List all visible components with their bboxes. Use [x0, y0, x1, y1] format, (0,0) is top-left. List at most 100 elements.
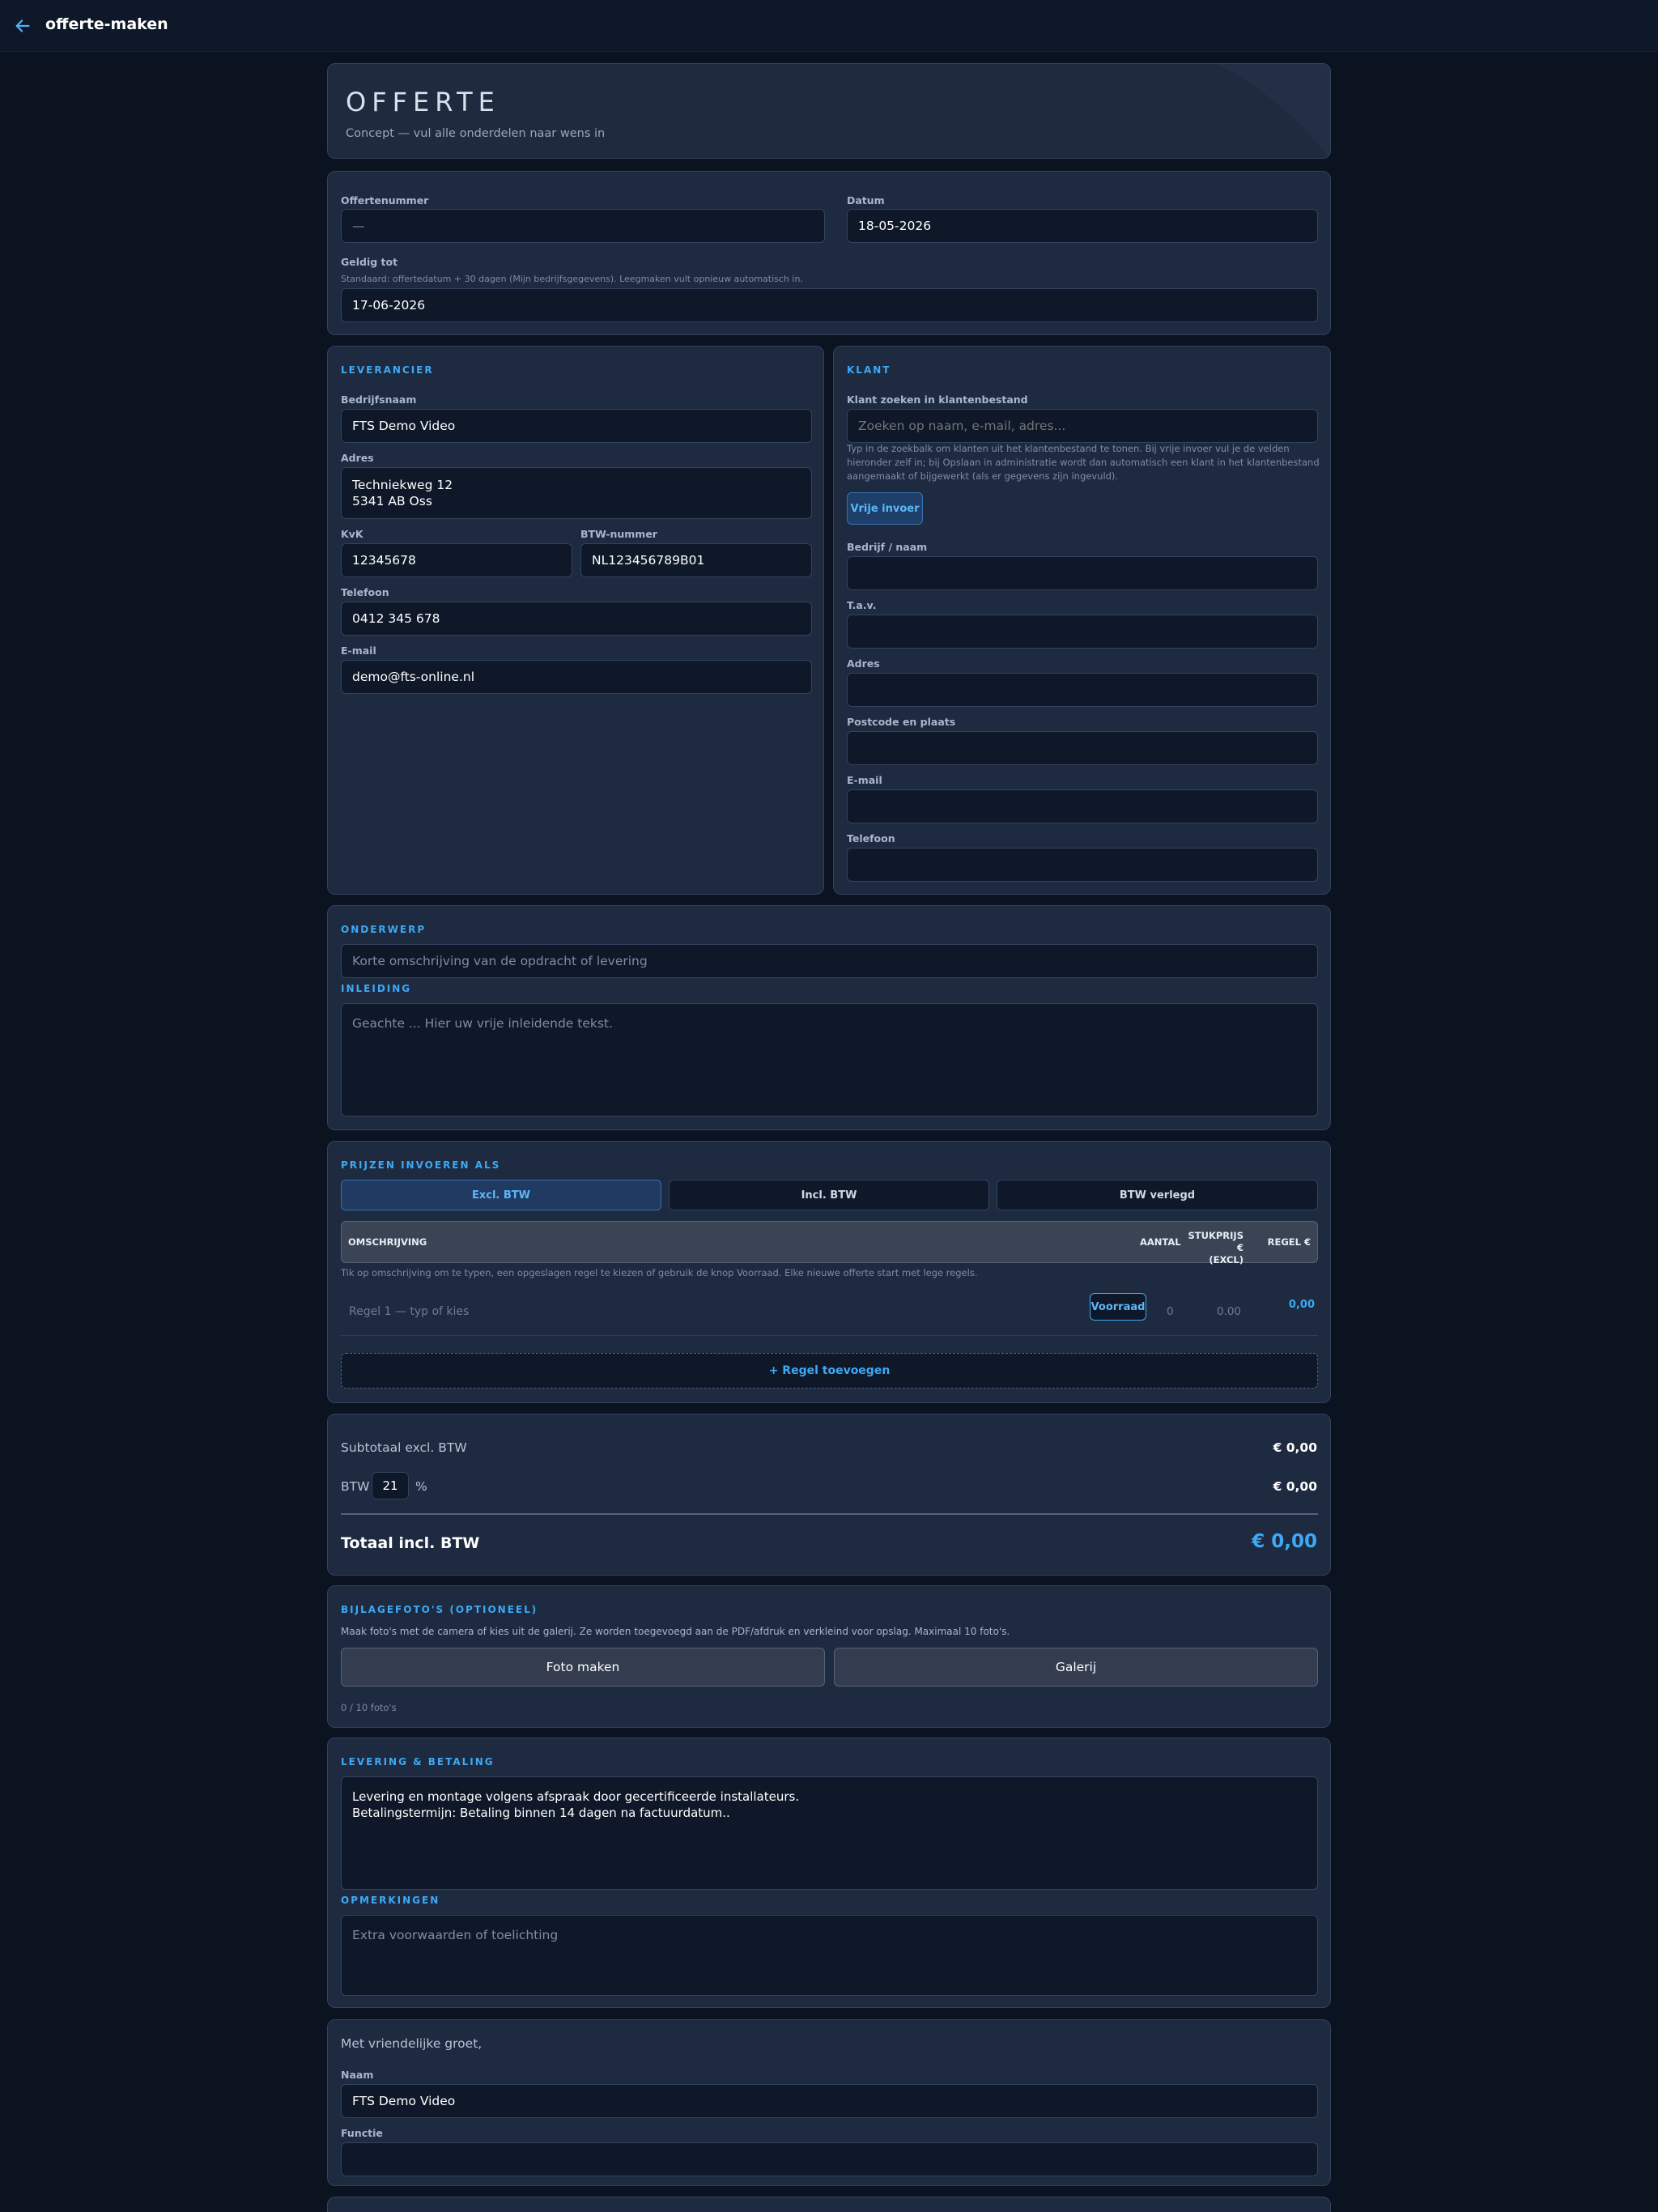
supplier-company-field[interactable]: FTS Demo Video [341, 409, 812, 443]
client-section-title: KLANT [847, 364, 891, 376]
remarks-section-title: OPMERKINGEN [341, 1895, 440, 1906]
client-postal-label: Postcode en plaats [847, 716, 956, 728]
delivery-section-title: LEVERING & BETALING [341, 1756, 495, 1767]
total-label: Totaal incl. BTW [341, 1534, 480, 1552]
supplier-company-label: Bedrijfsnaam [341, 393, 417, 406]
client-address-label: Adres [847, 657, 880, 670]
subject-section-title: ONDERWERP [341, 924, 427, 935]
offer-header: OFFERTE Concept — vul alle onderdelen na… [327, 63, 1331, 159]
supplier-email-field[interactable]: demo@fts-online.nl [341, 660, 812, 694]
valid-until-field[interactable]: 17-06-2026 [341, 288, 1318, 322]
gallery-button[interactable]: Galerij [834, 1648, 1318, 1687]
client-attn-label: T.a.v. [847, 599, 877, 611]
take-photo-button[interactable]: Foto maken [341, 1648, 825, 1687]
delivery-card: LEVERING & BETALING Levering en montage … [327, 1738, 1331, 2008]
next-card [327, 2197, 1331, 2212]
photos-card: BIJLAGEFOTO'S (OPTIONEEL) Maak foto's me… [327, 1585, 1331, 1728]
vat-label: BTW [341, 1479, 370, 1494]
photos-section-title: BIJLAGEFOTO'S (OPTIONEEL) [341, 1604, 538, 1615]
line-item-unit-price[interactable]: 0.00 [1183, 1305, 1241, 1318]
subject-input[interactable]: Korte omschrijving van de opdracht of le… [341, 944, 1318, 978]
delivery-textarea[interactable]: Levering en montage volgens afspraak doo… [341, 1776, 1318, 1890]
client-address-field[interactable] [847, 673, 1318, 707]
prices-section-title: PRIJZEN INVOEREN ALS [341, 1159, 501, 1171]
valid-until-label: Geldig tot [341, 256, 398, 268]
line-item-total: 0,00 [1288, 1299, 1315, 1311]
client-company-field[interactable] [847, 556, 1318, 590]
subtotal-label: Subtotaal excl. BTW [341, 1440, 467, 1455]
column-description: OMSCHRIJVING [348, 1236, 427, 1248]
signature-role-label: Functie [341, 2127, 383, 2139]
offer-number-label: Offertenummer [341, 194, 429, 206]
supplier-address-label: Adres [341, 452, 374, 464]
add-row-button[interactable]: + Regel toevoegen [341, 1353, 1318, 1389]
intro-textarea[interactable]: Geachte ... Hier uw vrije inleidende tek… [341, 1003, 1318, 1117]
client-email-label: E-mail [847, 774, 882, 786]
subtotal-value: € 0,00 [1273, 1440, 1317, 1455]
page-title: offerte-maken [45, 15, 168, 33]
column-unit-price: STUKPRIJS € (EXCL) [1184, 1230, 1244, 1266]
date-label: Datum [847, 194, 885, 206]
top-bar: offerte-maken [0, 0, 1658, 52]
column-unit-price-line1: STUKPRIJS € [1188, 1230, 1244, 1253]
client-card: KLANT Klant zoeken in klantenbestand Typ… [833, 346, 1331, 895]
mode-excl-vat-button[interactable]: Excl. BTW [341, 1180, 661, 1210]
client-attn-field[interactable] [847, 615, 1318, 649]
supplier-phone-field[interactable]: 0412 345 678 [341, 602, 812, 636]
offer-number-field[interactable]: — [341, 209, 825, 243]
arrow-left-icon[interactable] [11, 15, 34, 37]
signature-role-field[interactable] [341, 2142, 1318, 2176]
client-search-input[interactable] [847, 409, 1318, 443]
photo-count: 0 / 10 foto's [341, 1702, 397, 1713]
column-line-total: REGEL € [1267, 1236, 1311, 1248]
supplier-section-title: LEVERANCIER [341, 364, 434, 376]
remarks-textarea[interactable]: Extra voorwaarden of toelichting [341, 1915, 1318, 1996]
intro-section-title: INLEIDING [341, 983, 412, 994]
offer-meta-card: Offertenummer — Datum 18-05-2026 Geldig … [327, 171, 1331, 335]
line-items-table-header: OMSCHRIJVING AANTAL STUKPRIJS € (EXCL) R… [341, 1221, 1318, 1266]
supplier-address-field[interactable]: Techniekweg 12 5341 AB Oss [341, 467, 812, 519]
column-quantity: AANTAL [1140, 1236, 1181, 1248]
client-search-label: Klant zoeken in klantenbestand [847, 393, 1028, 406]
supplier-vat-label: BTW-nummer [580, 528, 657, 540]
vat-unit: % [415, 1479, 427, 1494]
line-item-quantity[interactable]: 0 [1167, 1305, 1183, 1318]
offer-subtitle: Concept — vul alle onderdelen naar wens … [346, 127, 606, 140]
vat-value: € 0,00 [1273, 1479, 1317, 1494]
client-postal-field[interactable] [847, 731, 1318, 765]
client-phone-label: Telefoon [847, 832, 895, 844]
line-item-row: Regel 1 — typ of kies Voorraad 0 0.00 0,… [341, 1289, 1318, 1336]
closing-card: Met vriendelijke groet, Naam FTS Demo Vi… [327, 2019, 1331, 2186]
vat-percent-input[interactable]: 21 [372, 1472, 409, 1499]
photos-hint: Maak foto's met de camera of kies uit de… [341, 1626, 1010, 1637]
mode-reverse-charge-button[interactable]: BTW verlegd [997, 1180, 1318, 1210]
client-search-hint: Typ in de zoekbalk om klanten uit het kl… [847, 443, 1320, 482]
signature-name-field[interactable]: FTS Demo Video [341, 2084, 1318, 2118]
client-phone-field[interactable] [847, 848, 1318, 882]
totals-card: Subtotaal excl. BTW € 0,00 BTW 21 % € 0,… [327, 1414, 1331, 1576]
supplier-card: LEVERANCIER Bedrijfsnaam FTS Demo Video … [327, 346, 824, 895]
date-field[interactable]: 18-05-2026 [847, 209, 1318, 243]
mode-incl-vat-button[interactable]: Incl. BTW [669, 1180, 989, 1210]
client-email-field[interactable] [847, 789, 1318, 823]
supplier-phone-label: Telefoon [341, 586, 389, 598]
totals-divider [341, 1513, 1318, 1515]
supplier-vat-field[interactable]: NL123456789B01 [580, 543, 812, 577]
prices-card: PRIJZEN INVOEREN ALS Excl. BTW Incl. BTW… [327, 1141, 1331, 1403]
supplier-email-label: E-mail [341, 644, 376, 657]
supplier-kvk-label: KvK [341, 528, 363, 540]
line-item-description[interactable]: Regel 1 — typ of kies [349, 1305, 469, 1318]
line-items-hint: Tik op omschrijving om te typen, een opg… [341, 1267, 978, 1278]
signature-name-label: Naam [341, 2069, 374, 2081]
free-entry-button[interactable]: Vrije invoer [847, 492, 923, 525]
stock-button[interactable]: Voorraad [1090, 1293, 1146, 1321]
total-value: € 0,00 [1252, 1531, 1317, 1552]
offer-title: OFFERTE [346, 87, 500, 117]
subject-card: ONDERWERP Korte omschrijving van de opdr… [327, 905, 1331, 1130]
greeting-text: Met vriendelijke groet, [341, 2036, 483, 2051]
valid-until-hint: Standaard: offertedatum + 30 dagen (Mijn… [341, 274, 803, 284]
client-company-label: Bedrijf / naam [847, 541, 928, 553]
decorative-swirl [1217, 64, 1330, 158]
supplier-kvk-field[interactable]: 12345678 [341, 543, 572, 577]
column-unit-price-line2: (EXCL) [1209, 1254, 1244, 1266]
